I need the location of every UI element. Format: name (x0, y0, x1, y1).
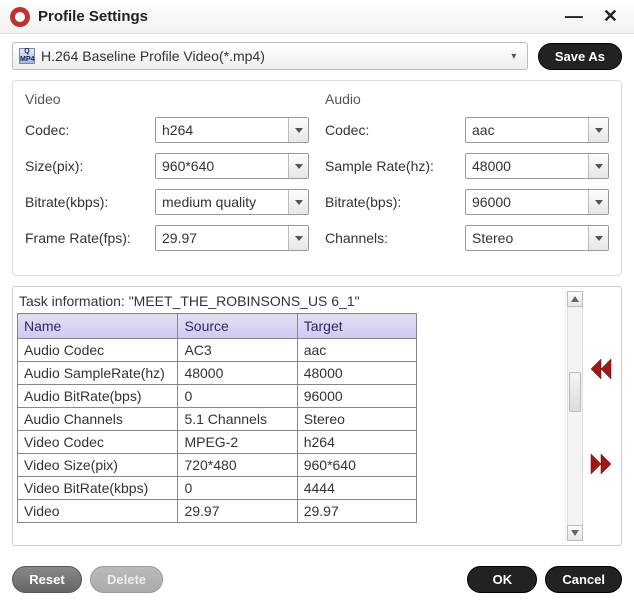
profile-select[interactable]: QMP4 H.264 Baseline Profile Video(*.mp4)… (12, 42, 528, 70)
chevron-down-icon (588, 226, 608, 250)
cell-name: Video Size(pix) (18, 454, 178, 477)
cell-target: Stereo (297, 408, 416, 431)
video-column: Video Codec: h264 Size(pix): 960*640 Bit… (25, 91, 309, 261)
prev-task-button[interactable] (589, 359, 613, 379)
cell-name: Video Codec (18, 431, 178, 454)
col-target: Target (297, 314, 416, 339)
table-row[interactable]: Audio Channels5.1 ChannelsStereo (18, 408, 417, 431)
titlebar: Profile Settings — ✕ (0, 0, 634, 34)
video-framerate-label: Frame Rate(fps): (25, 230, 155, 246)
table-row[interactable]: Video BitRate(kbps)04444 (18, 477, 417, 500)
video-size-label: Size(pix): (25, 158, 155, 174)
audio-heading: Audio (325, 91, 609, 107)
cell-name: Video BitRate(kbps) (18, 477, 178, 500)
video-framerate-select[interactable]: 29.97 (155, 225, 309, 251)
chevron-down-icon: ▾ (505, 51, 523, 62)
col-source: Source (178, 314, 297, 339)
cell-target: 96000 (297, 385, 416, 408)
cell-target: h264 (297, 431, 416, 454)
audio-codec-select[interactable]: aac (465, 117, 609, 143)
cell-source: 5.1 Channels (178, 408, 297, 431)
settings-panel: Video Codec: h264 Size(pix): 960*640 Bit… (12, 80, 622, 276)
double-arrow-left-icon (589, 359, 613, 379)
table-row[interactable]: Audio CodecAC3aac (18, 339, 417, 362)
ok-button[interactable]: OK (467, 566, 537, 593)
audio-channels-select[interactable]: Stereo (465, 225, 609, 251)
video-size-select[interactable]: 960*640 (155, 153, 309, 179)
chevron-down-icon (288, 190, 308, 214)
cell-source: MPEG-2 (178, 431, 297, 454)
profile-select-label: H.264 Baseline Profile Video(*.mp4) (35, 48, 505, 64)
chevron-down-icon (288, 154, 308, 178)
reset-button[interactable]: Reset (12, 566, 82, 593)
delete-button: Delete (90, 566, 163, 593)
chevron-down-icon (588, 154, 608, 178)
next-task-button[interactable] (589, 454, 613, 474)
cell-name: Audio BitRate(bps) (18, 385, 178, 408)
cell-source: AC3 (178, 339, 297, 362)
app-icon (10, 7, 30, 27)
cell-source: 0 (178, 477, 297, 500)
scroll-down-button[interactable] (567, 525, 583, 541)
cell-target: 960*640 (297, 454, 416, 477)
audio-channels-label: Channels: (325, 230, 465, 246)
table-row[interactable]: Audio BitRate(bps)096000 (18, 385, 417, 408)
minimize-button[interactable]: — (559, 6, 589, 27)
cancel-button[interactable]: Cancel (545, 566, 622, 593)
audio-bitrate-select[interactable]: 96000 (465, 189, 609, 215)
audio-samplerate-label: Sample Rate(hz): (325, 158, 465, 174)
video-bitrate-select[interactable]: medium quality (155, 189, 309, 215)
task-panel: Task information: "MEET_THE_ROBINSONS_US… (12, 286, 622, 546)
cell-name: Audio SampleRate(hz) (18, 362, 178, 385)
scroll-thumb[interactable] (569, 372, 581, 412)
audio-samplerate-select[interactable]: 48000 (465, 153, 609, 179)
col-name: Name (18, 314, 178, 339)
cell-name: Audio Channels (18, 408, 178, 431)
cell-source: 0 (178, 385, 297, 408)
scrollbar[interactable] (565, 291, 583, 541)
audio-bitrate-label: Bitrate(bps): (325, 194, 465, 210)
cell-target: 4444 (297, 477, 416, 500)
scroll-up-button[interactable] (567, 291, 583, 307)
table-row[interactable]: Video CodecMPEG-2h264 (18, 431, 417, 454)
task-table: Name Source Target Audio CodecAC3aacAudi… (17, 313, 417, 523)
chevron-down-icon (288, 118, 308, 142)
cell-source: 48000 (178, 362, 297, 385)
scroll-track[interactable] (567, 307, 583, 525)
chevron-down-icon (288, 226, 308, 250)
chevron-down-icon (588, 118, 608, 142)
cell-target: 29.97 (297, 500, 416, 523)
table-row[interactable]: Audio SampleRate(hz)4800048000 (18, 362, 417, 385)
audio-column: Audio Codec: aac Sample Rate(hz): 48000 … (325, 91, 609, 261)
footer: Reset Delete OK Cancel (0, 556, 634, 603)
table-row[interactable]: Video Size(pix)720*480960*640 (18, 454, 417, 477)
close-button[interactable]: ✕ (597, 6, 624, 27)
cell-source: 29.97 (178, 500, 297, 523)
video-codec-select[interactable]: h264 (155, 117, 309, 143)
table-row[interactable]: Video29.9729.97 (18, 500, 417, 523)
audio-codec-label: Codec: (325, 122, 465, 138)
window-title: Profile Settings (38, 8, 551, 25)
video-heading: Video (25, 91, 309, 107)
video-bitrate-label: Bitrate(kbps): (25, 194, 155, 210)
double-arrow-right-icon (589, 454, 613, 474)
cell-name: Video (18, 500, 178, 523)
cell-target: aac (297, 339, 416, 362)
cell-name: Audio Codec (18, 339, 178, 362)
video-codec-label: Codec: (25, 122, 155, 138)
save-as-button[interactable]: Save As (538, 43, 622, 70)
task-info-text: Task information: "MEET_THE_ROBINSONS_US… (17, 291, 563, 313)
chevron-down-icon (588, 190, 608, 214)
mp4-icon: QMP4 (19, 48, 35, 64)
cell-target: 48000 (297, 362, 416, 385)
cell-source: 720*480 (178, 454, 297, 477)
